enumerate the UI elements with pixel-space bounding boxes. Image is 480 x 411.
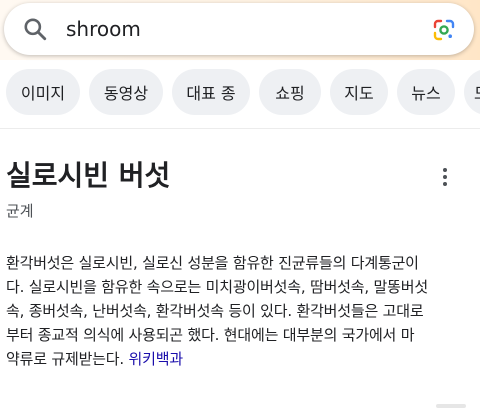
search-filter-chips: 이미지 동영상 대표 종 쇼핑 지도 뉴스 도 [0, 69, 480, 115]
chip-images[interactable]: 이미지 [6, 69, 80, 115]
more-vert-icon[interactable] [438, 166, 452, 190]
divider [436, 404, 466, 408]
search-icon[interactable] [22, 16, 48, 42]
chip-maps[interactable]: 지도 [330, 69, 388, 115]
chip-shopping[interactable]: 쇼핑 [259, 69, 321, 115]
description-line: 약류로 규제받는다. [6, 350, 129, 368]
description-line: 속, 종버섯속, 난버섯속, 환각버섯속 등이 있다. 환각버섯들은 고대로 [6, 302, 424, 320]
knowledge-panel-title: 실로시빈 버섯 [6, 159, 171, 192]
chip-news[interactable]: 뉴스 [397, 69, 455, 115]
chip-more[interactable]: 도 [464, 69, 480, 115]
divider [0, 128, 480, 129]
search-bar[interactable]: shroom [4, 3, 474, 55]
description-line: 부터 종교적 의식에 사용되곤 했다. 현대에는 대부분의 국가에서 마 [6, 326, 415, 344]
wikipedia-source-link[interactable]: 위키백과 [129, 350, 184, 368]
search-input[interactable]: shroom [66, 17, 141, 41]
knowledge-panel-description: 환각버섯은 실로시빈, 실로신 성분을 함유한 진균류들의 다계통군이 다. 실… [6, 251, 476, 371]
google-lens-icon[interactable] [432, 18, 456, 42]
chip-videos[interactable]: 동영상 [89, 69, 163, 115]
description-line: 다. 실로시빈을 함유한 속으로는 미치광이버섯속, 땀버섯속, 말똥버섯 [6, 278, 428, 296]
knowledge-panel-subtitle: 균계 [6, 202, 34, 220]
chip-representative-species[interactable]: 대표 종 [172, 69, 250, 115]
description-line: 환각버섯은 실로시빈, 실로신 성분을 함유한 진균류들의 다계통군이 [6, 254, 419, 272]
